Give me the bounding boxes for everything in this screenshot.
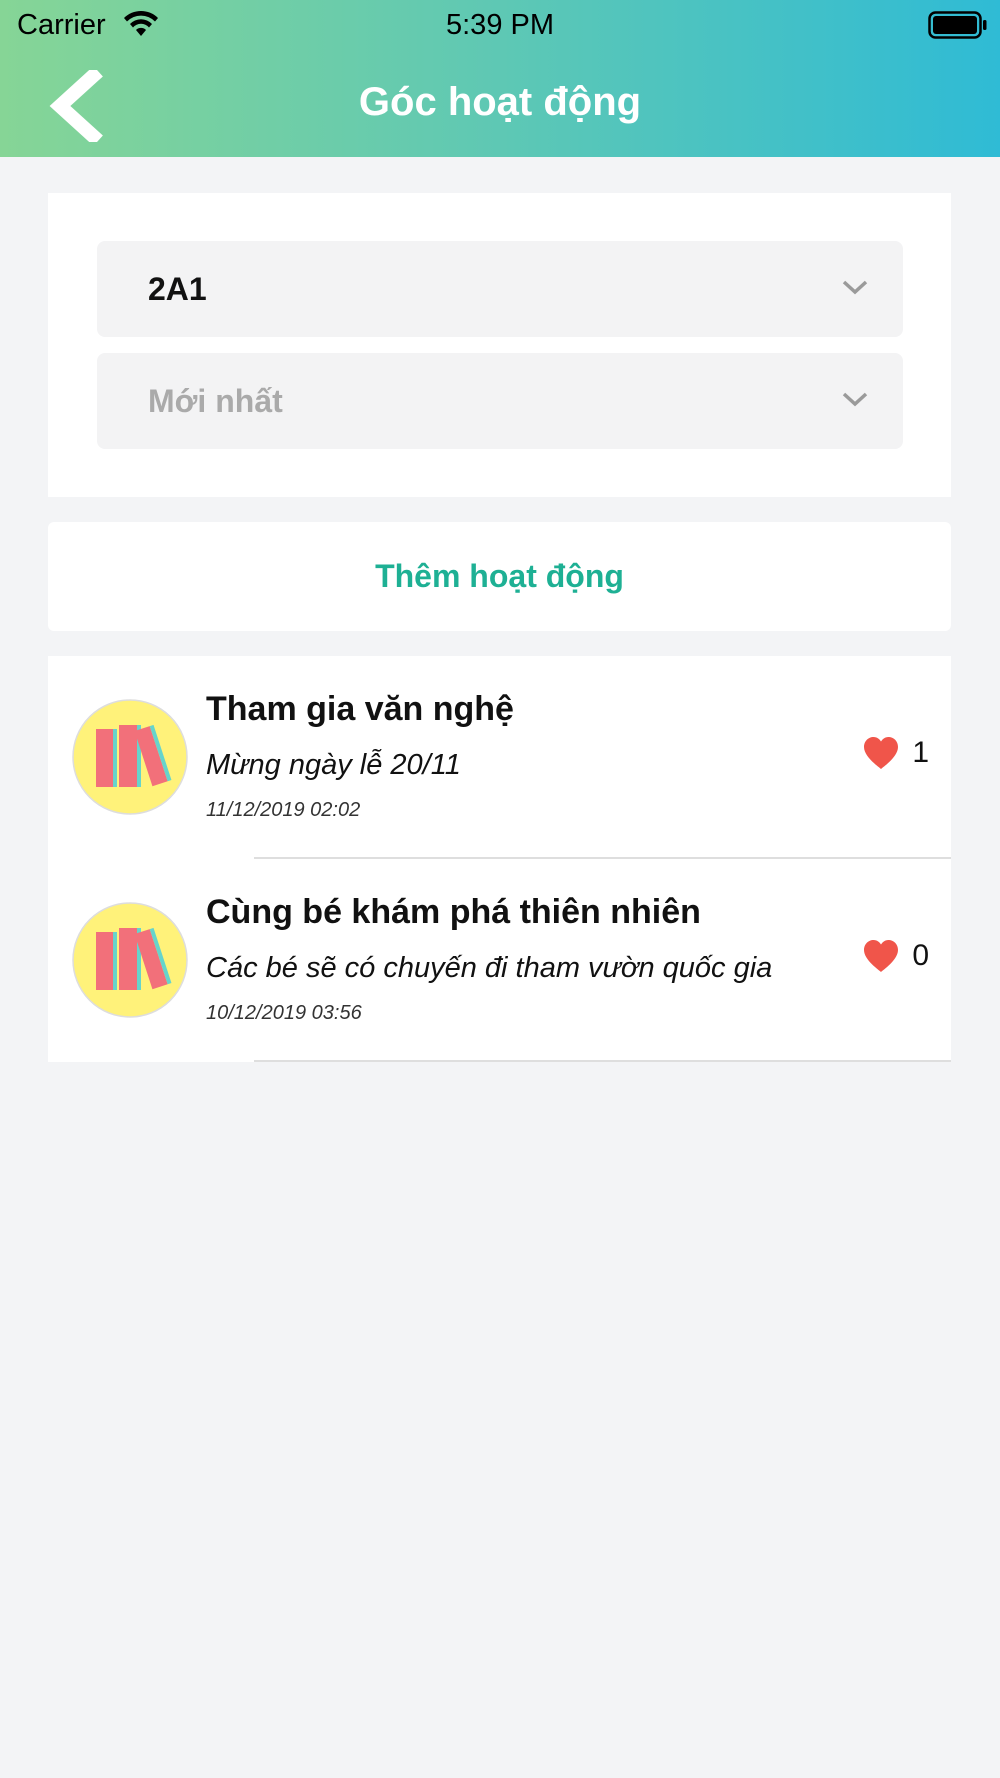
like-count: 0: [912, 939, 929, 972]
class-select[interactable]: 2A1: [97, 241, 903, 337]
heart-icon: [864, 940, 899, 972]
class-select-value: 2A1: [148, 271, 207, 307]
chevron-down-icon: [842, 280, 868, 295]
activity-item[interactable]: Cùng bé khám phá thiên nhiên Các bé sẽ c…: [48, 859, 951, 1062]
like-button[interactable]: 0: [862, 939, 929, 973]
activity-description: Các bé sẽ có chuyến đi tham vườn quốc gi…: [206, 952, 773, 984]
books-icon: [72, 902, 188, 1018]
status-time: 5:39 PM: [446, 9, 554, 41]
battery-icon: [928, 11, 987, 39]
sort-select-value: Mới nhất: [148, 383, 283, 419]
filter-card: 2A1 Mới nhất: [48, 193, 951, 497]
add-activity-label: Thêm hoạt động: [375, 558, 624, 594]
activity-item[interactable]: Tham gia văn nghệ Mừng ngày lễ 20/11 11/…: [48, 656, 951, 859]
chevron-down-icon: [842, 392, 868, 407]
header-bar: Carrier 5:39 PM Góc hoạt động: [0, 0, 1000, 157]
add-activity-button[interactable]: Thêm hoạt động: [48, 522, 951, 631]
sort-select[interactable]: Mới nhất: [97, 353, 903, 449]
activity-list: Tham gia văn nghệ Mừng ngày lễ 20/11 11/…: [48, 656, 951, 1062]
activity-date: 10/12/2019 03:56: [206, 1002, 362, 1024]
books-icon: [72, 699, 188, 815]
heart-icon: [864, 737, 899, 769]
activity-title: Cùng bé khám phá thiên nhiên: [206, 893, 701, 931]
like-button[interactable]: 1: [862, 736, 929, 770]
row-divider: [254, 1060, 951, 1062]
activity-date: 11/12/2019 02:02: [206, 799, 361, 821]
page-title: Góc hoạt động: [358, 80, 642, 124]
activity-title: Tham gia văn nghệ: [206, 690, 514, 728]
status-bar: Carrier 5:39 PM: [0, 0, 1000, 50]
like-count: 1: [912, 736, 929, 769]
activity-description: Mừng ngày lễ 20/11: [206, 749, 461, 781]
